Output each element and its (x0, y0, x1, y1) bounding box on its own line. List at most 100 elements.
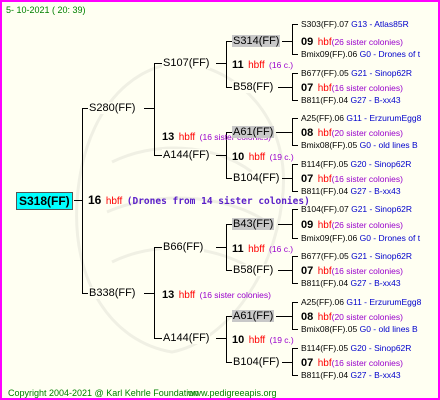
gen3-queen-name[interactable]: B58(FF) (232, 264, 275, 276)
connector-line (278, 224, 292, 225)
connector-line (292, 73, 298, 74)
connector-line (216, 338, 226, 339)
gen3-year: 07 (301, 265, 314, 277)
connector-line (292, 238, 298, 239)
gen2-hb: hbff (248, 244, 265, 255)
gen3-queen-name[interactable]: A61(FF) (232, 126, 275, 138)
connector-line (292, 118, 298, 119)
ancestor-entry[interactable]: B677(FF).05 G21 - Sinop62R (301, 250, 412, 262)
gen3-note: (26 sister colonies) (331, 37, 403, 47)
ancestor-entry[interactable]: Bmix08(FF).05 G0 - old lines B (301, 323, 418, 335)
ancestor-entry[interactable]: Bmix08(FF).05 G0 - old lines B (301, 139, 418, 151)
ancestor-entry[interactable]: B114(FF).05 G20 - Sinop62R (301, 158, 411, 170)
connector-line (282, 178, 292, 179)
ancestor-id: B811(FF).04 (301, 186, 349, 196)
gen2-hb: hbff (248, 335, 266, 346)
gen2-year: 11 (232, 59, 244, 71)
gen3-year: 09 (301, 219, 314, 231)
ancestor-entry[interactable]: B811(FF).04 G27 - B-xx43 (301, 369, 401, 381)
ancestor-id: Bmix09(FF).06 (301, 233, 358, 243)
gen3-note: (20 sister colonies) (331, 312, 403, 322)
gen3-year: 07 (301, 173, 314, 185)
connector-line (292, 24, 293, 55)
ancestor-entry[interactable]: B677(FF).05 G21 - Sinop62R (301, 67, 412, 79)
connector-line (278, 87, 292, 88)
gen2-queen-name[interactable]: A144(FF) (162, 332, 211, 344)
ancestor-code: G21 - Sinop62R (351, 251, 413, 261)
connector-line (154, 63, 155, 156)
ancestor-code: G13 - Atlas85R (351, 19, 409, 29)
ancestor-code: G0 - Drones of t (359, 233, 421, 243)
connector-line (292, 329, 298, 330)
gen3-hb: hbf (317, 83, 332, 94)
connector-line (276, 316, 292, 317)
gen3-queen-name[interactable]: B104(FF) (232, 356, 281, 368)
gen1-queen-name[interactable]: B338(FF) (88, 287, 137, 299)
gen3-note: (16 sister colonies) (331, 174, 403, 184)
ancestor-id: B811(FF).04 (301, 278, 349, 288)
gen1-info: 13 hbff (16 sister colonies) (162, 288, 271, 302)
ancestor-entry[interactable]: A25(FF).06 G11 - ErzurumEgg8 (301, 112, 421, 124)
gen3-note: (16 sister colonies) (331, 266, 403, 276)
ancestor-entry[interactable]: B811(FF).04 G27 - B-xx43 (301, 185, 401, 197)
root-queen-name[interactable]: S318(FF) (16, 192, 73, 210)
gen3-year: 09 (301, 36, 314, 48)
connector-line (82, 108, 83, 294)
gen2-queen-name[interactable]: B66(FF) (162, 241, 205, 253)
connector-line (292, 145, 298, 146)
gen3-queen-name[interactable]: B43(FF) (232, 218, 275, 230)
ancestor-id: A25(FF).06 (301, 297, 344, 307)
root-hb: hbff (105, 196, 123, 207)
connector-line (292, 73, 293, 101)
gen3-queen-name[interactable]: B104(FF) (232, 172, 281, 184)
ancestor-entry[interactable]: Bmix09(FF).06 G0 - Drones of t (301, 232, 420, 244)
ancestor-entry[interactable]: B811(FF).04 G27 - B-xx43 (301, 94, 401, 106)
gen2-queen-name[interactable]: S107(FF) (162, 57, 211, 69)
ancestor-id: B677(FF).05 (301, 251, 349, 261)
gen2-info: 10 hbff (19 c.) (232, 150, 294, 164)
ancestor-code: G0 - Drones of t (359, 49, 421, 59)
copyright-text: Copyright 2004-2021 @ Karl Kehrle Founda… (8, 388, 199, 398)
connector-line (292, 348, 298, 349)
gen1-hb: hbff (178, 290, 196, 301)
connector-line (292, 302, 293, 330)
connector-line (292, 118, 293, 146)
gen3-queen-name[interactable]: S314(FF) (232, 35, 281, 47)
gen3-info: 08 hbf(20 sister colonies) (301, 310, 403, 324)
ancestor-entry[interactable]: B114(FF).05 G20 - Sinop62R (301, 342, 411, 354)
gen3-info: 09 hbf(26 sister colonies) (301, 35, 403, 49)
ancestor-entry[interactable]: B104(FF).07 G21 - Sinop62R (301, 203, 412, 215)
connector-line (292, 54, 298, 55)
gen2-year: 10 (232, 151, 245, 163)
website-link[interactable]: www.pedigreeapis.org (188, 387, 277, 398)
ancestor-code: G20 - Sinop62R (350, 343, 412, 353)
gen1-queen-name[interactable]: S280(FF) (88, 102, 137, 114)
gen3-hb: hbf (317, 174, 332, 185)
gen3-queen-name[interactable]: B58(FF) (232, 81, 275, 93)
ancestor-entry[interactable]: Bmix09(FF).06 G0 - Drones of t (301, 48, 420, 60)
connector-line (144, 108, 154, 109)
gen2-info: 11 hbff (16 c.) (232, 242, 293, 256)
ancestor-code: G0 - old lines B (359, 140, 418, 150)
ancestor-code: G21 - Sinop62R (351, 204, 413, 214)
ancestor-id: B114(FF).05 (301, 343, 349, 353)
connector-line (292, 302, 298, 303)
ancestor-entry[interactable]: A25(FF).06 G11 - ErzurumEgg8 (301, 296, 421, 308)
gen2-queen-name[interactable]: A144(FF) (162, 149, 211, 161)
gen3-hb: hbf (317, 128, 332, 139)
gen2-info: 10 hbff (19 c.) (232, 333, 294, 347)
connector-line (292, 256, 293, 284)
gen3-queen-name[interactable]: A61(FF) (232, 310, 275, 322)
ancestor-entry[interactable]: S303(FF).07 G13 - Atlas85R (301, 18, 409, 30)
connector-line (144, 293, 154, 294)
connector-line (154, 155, 162, 156)
gen2-note: (16 c.) (269, 60, 294, 70)
gen1-hb: hbff (178, 132, 196, 143)
connector-line (216, 63, 226, 64)
ancestor-id: Bmix08(FF).05 (301, 140, 358, 150)
ancestor-entry[interactable]: B811(FF).04 G27 - B-xx43 (301, 277, 401, 289)
gen3-hb: hbf (317, 358, 332, 369)
gen3-year: 08 (301, 311, 314, 323)
root-info: 16 hbff (Drones from 14 sister colonies) (88, 194, 310, 208)
gen3-year: 07 (301, 357, 314, 369)
